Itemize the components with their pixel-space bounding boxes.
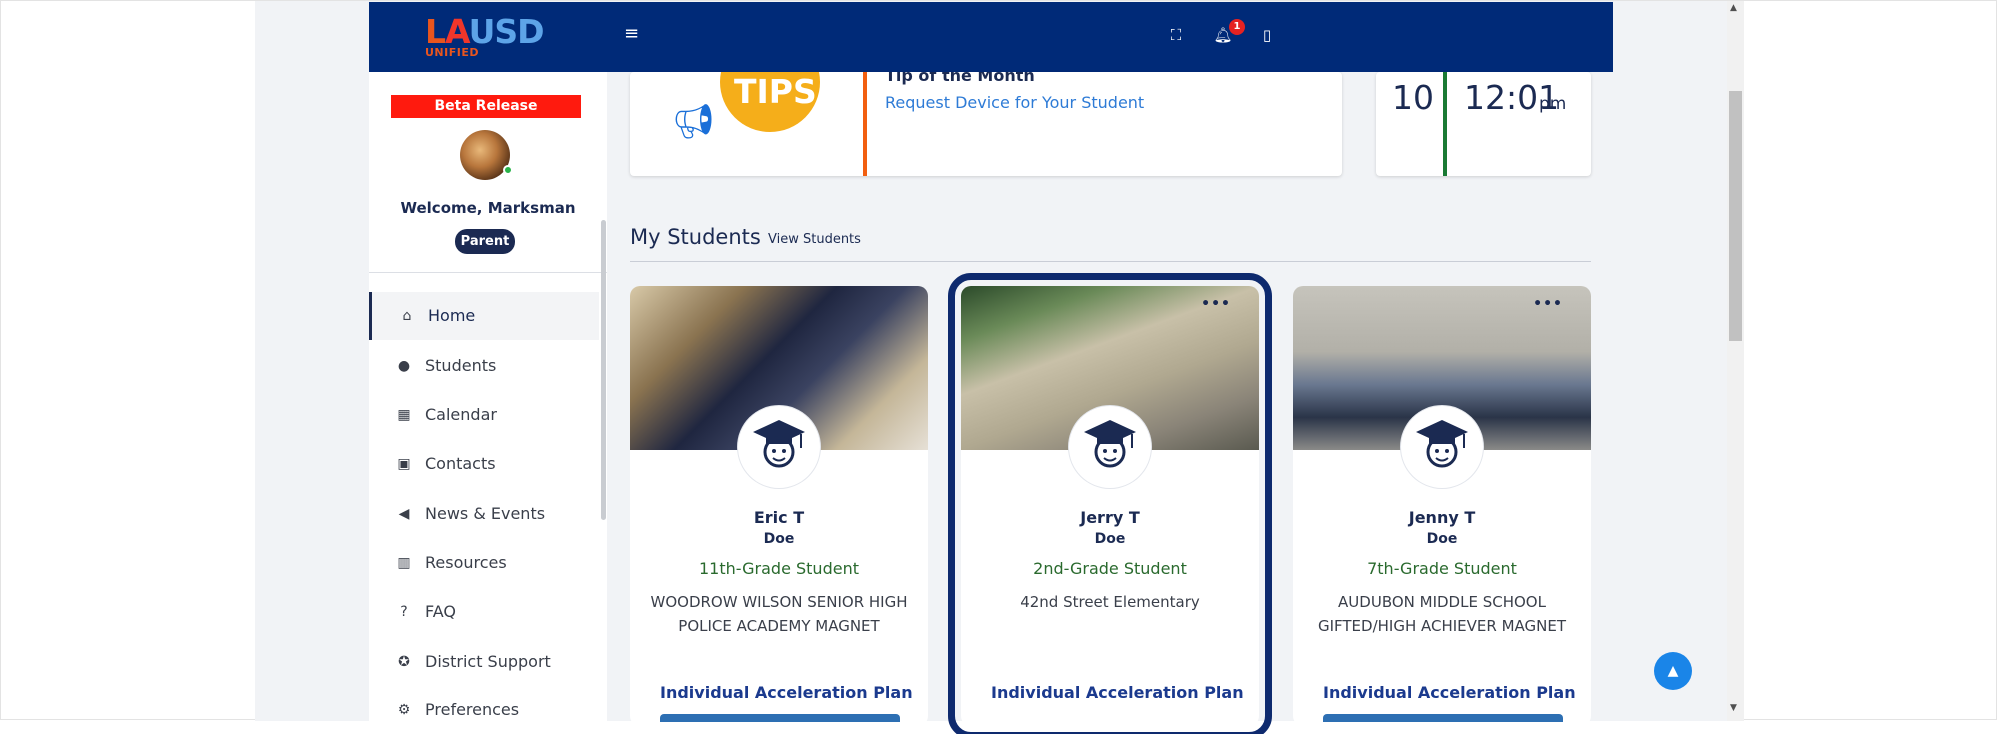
- sidebar-item-label: Students: [425, 356, 497, 375]
- student-first-name: Eric T: [753, 508, 805, 527]
- lifebuoy-icon: ✪: [398, 654, 410, 670]
- student-last-name: Doe: [1094, 531, 1126, 547]
- student-card-jenny[interactable]: ••• Jenny T Doe 7th-Grade Student AUDUBO…: [1293, 286, 1591, 726]
- tips-image-text: TIPS: [734, 72, 817, 111]
- sidebar-toggle-icon[interactable]: ▯: [1256, 24, 1278, 46]
- more-options-icon[interactable]: •••: [1533, 296, 1563, 312]
- megaphone-icon: 📢︎: [672, 102, 716, 142]
- calendar-icon: ▦: [397, 407, 411, 423]
- scroll-to-top-button[interactable]: ▲: [1654, 652, 1692, 690]
- date-time-card: 10 12:01 pm: [1376, 72, 1591, 176]
- gear-icon: ⚙: [397, 702, 411, 718]
- sidebar-item-label: Preferences: [425, 700, 520, 719]
- user-icon: ●: [397, 358, 411, 374]
- notification-badge: 1: [1229, 19, 1245, 35]
- sidebar-item-students[interactable]: ● Students: [369, 342, 599, 390]
- arrow-up-icon: ▲: [1667, 663, 1679, 679]
- request-device-link[interactable]: Request Device for Your Student: [885, 93, 1144, 112]
- sidebar: Beta Release Welcome, Marksman Parent ⌂ …: [369, 72, 607, 721]
- student-grade: 11th-Grade Student: [699, 559, 859, 578]
- student-card-jerry[interactable]: ••• Jerry T Doe 2nd-Grade Student 42nd S…: [948, 273, 1272, 734]
- sidebar-item-news-events[interactable]: ◀ News & Events: [369, 490, 599, 538]
- question-icon: ?: [400, 604, 408, 620]
- role-badge: Parent: [455, 229, 515, 254]
- sidebar-item-label: District Support: [425, 652, 551, 671]
- sidebar-item-faq[interactable]: ? FAQ: [369, 588, 599, 636]
- home-icon: ⌂: [402, 308, 412, 324]
- browser-viewport: LAUSD UNIFIED ≡ ⛶ 🔔︎ ▯ 1 Beta Release We…: [0, 0, 1997, 734]
- time-ampm: pm: [1539, 94, 1567, 114]
- student-last-name: Doe: [1426, 531, 1458, 547]
- sidebar-item-calendar[interactable]: ▦ Calendar: [369, 391, 599, 439]
- date-day: 10: [1392, 78, 1434, 117]
- books-icon: ▥: [397, 555, 411, 571]
- sidebar-scrollbar[interactable]: [601, 220, 606, 520]
- acceleration-plan-link[interactable]: Individual Acceleration Plan: [660, 683, 913, 702]
- fullscreen-icon[interactable]: ⛶: [1165, 24, 1187, 46]
- student-grade: 7th-Grade Student: [1367, 559, 1517, 578]
- sidebar-item-resources[interactable]: ▥ Resources: [369, 539, 599, 587]
- student-school: WOODROW WILSON SENIOR HIGH POLICE ACADEM…: [650, 593, 908, 635]
- sidebar-item-home[interactable]: ⌂ Home: [369, 292, 599, 340]
- top-bar: LAUSD UNIFIED ≡ ⛶ 🔔︎ ▯ 1: [369, 2, 1613, 72]
- acceleration-plan-link[interactable]: Individual Acceleration Plan: [1323, 683, 1576, 702]
- contact-card-icon: ▣: [397, 456, 411, 472]
- hamburger-icon[interactable]: ≡: [624, 25, 639, 43]
- online-status-dot: [503, 165, 513, 175]
- scroll-up-arrow-icon[interactable]: ▲: [1730, 3, 1737, 13]
- sidebar-item-label: Calendar: [425, 405, 497, 424]
- acceleration-plan-bar: [660, 714, 900, 722]
- megaphone-icon: ◀: [398, 506, 410, 522]
- view-students-link[interactable]: View Students: [768, 232, 861, 247]
- tip-accent-bar: [863, 72, 867, 176]
- student-last-name: Doe: [763, 531, 795, 547]
- graduate-avatar-icon: [738, 406, 820, 488]
- logo-subtitle: UNIFIED: [425, 46, 479, 59]
- graduate-avatar-icon: [1401, 406, 1483, 488]
- acceleration-plan-bar: [1323, 714, 1563, 722]
- sidebar-item-preferences[interactable]: ⚙ Preferences: [369, 686, 599, 734]
- student-first-name: Jenny T: [1408, 508, 1476, 527]
- more-options-icon[interactable]: •••: [1201, 296, 1231, 312]
- scrollbar-thumb[interactable]: [1729, 91, 1742, 341]
- beta-release-banner: Beta Release: [391, 95, 581, 118]
- lausd-logo[interactable]: LAUSD UNIFIED: [425, 14, 545, 62]
- tip-heading: Tip of the Month: [885, 72, 1035, 85]
- sidebar-item-label: FAQ: [425, 602, 456, 621]
- student-grade: 2nd-Grade Student: [1033, 559, 1187, 578]
- student-first-name: Jerry T: [1080, 508, 1140, 527]
- logo-letters-usd: USD: [468, 12, 545, 51]
- sidebar-item-contacts[interactable]: ▣ Contacts: [369, 440, 599, 488]
- student-school: AUDUBON MIDDLE SCHOOL GIFTED/HIGH ACHIEV…: [1317, 593, 1567, 635]
- welcome-text: Welcome, Marksman: [400, 199, 576, 217]
- main-content: TIPS 📢︎ Tip of the Month Request Device …: [630, 72, 1592, 734]
- student-school: 42nd Street Elementary: [1020, 593, 1200, 611]
- scroll-down-arrow-icon[interactable]: ▼: [1730, 703, 1737, 713]
- acceleration-plan-link[interactable]: Individual Acceleration Plan: [991, 683, 1244, 702]
- sidebar-item-district-support[interactable]: ✪ District Support: [369, 638, 599, 686]
- sidebar-divider: [369, 272, 607, 273]
- section-title: My Students: [630, 225, 761, 249]
- page-scrollbar[interactable]: ▲ ▼: [1727, 1, 1744, 721]
- graduate-avatar-icon: [1069, 406, 1151, 488]
- sidebar-item-label: Contacts: [425, 454, 496, 473]
- sidebar-item-label: Resources: [425, 553, 507, 572]
- section-divider: [630, 261, 1591, 262]
- sidebar-item-label: Home: [428, 306, 476, 325]
- tip-of-month-card: TIPS 📢︎ Tip of the Month Request Device …: [630, 72, 1342, 176]
- student-card-eric[interactable]: Eric T Doe 11th-Grade Student WOODROW WI…: [630, 286, 928, 726]
- avatar[interactable]: [460, 130, 510, 180]
- date-accent-bar: [1443, 72, 1447, 176]
- sidebar-item-label: News & Events: [425, 504, 546, 523]
